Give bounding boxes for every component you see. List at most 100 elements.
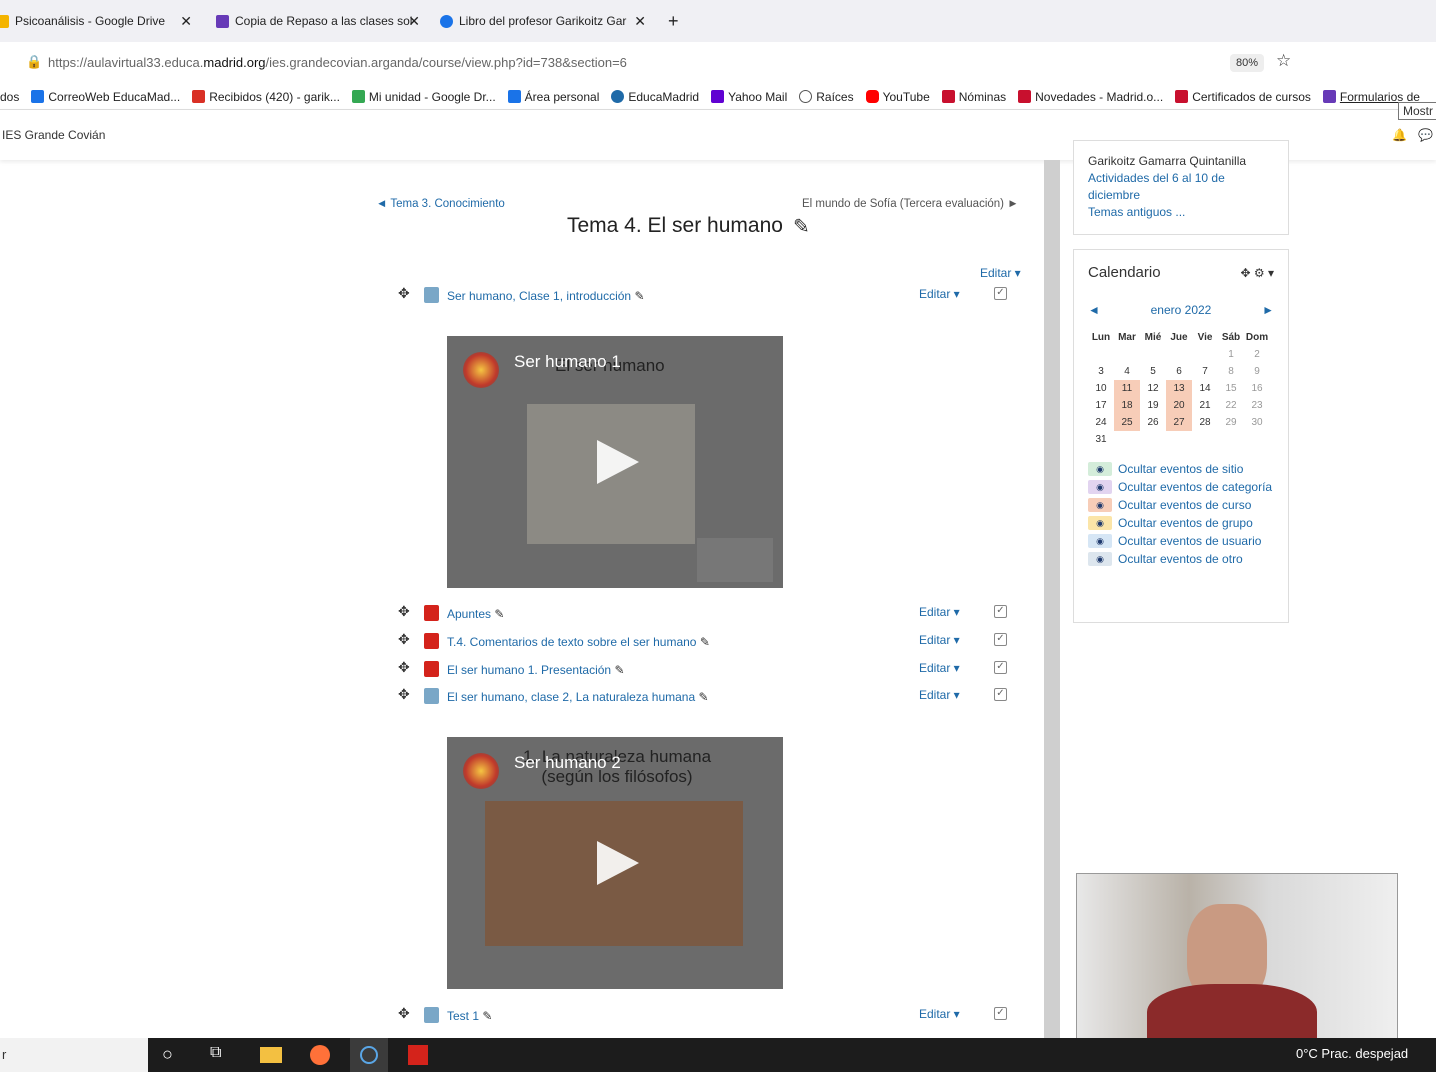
event-filter[interactable]: ◉ Ocultar eventos de otro (1088, 550, 1274, 568)
cortana-icon[interactable]: ○ (162, 1044, 173, 1065)
bookmark[interactable]: Yahoo Mail (711, 90, 787, 104)
move-icon[interactable]: ✥ (398, 1005, 410, 1022)
calendar-day[interactable]: 24 (1088, 414, 1114, 431)
task-view-icon[interactable]: ⧉ (210, 1044, 221, 1062)
calendar-day[interactable]: 23 (1244, 397, 1270, 414)
calendar-day[interactable]: 16 (1244, 380, 1270, 397)
sidebar-link[interactable]: Actividades del 6 al 10 de diciembre (1088, 170, 1274, 204)
edit-menu[interactable]: Editar ▾ (919, 605, 960, 619)
calendar-day[interactable]: 29 (1218, 414, 1244, 431)
calendar-day[interactable]: 6 (1166, 363, 1192, 380)
bookmark[interactable]: dos (0, 90, 19, 104)
completion-checkbox[interactable]: ✓ (994, 287, 1007, 300)
scrollbar[interactable] (1044, 160, 1060, 1040)
calendar-day[interactable]: 11 (1114, 380, 1140, 397)
file-explorer-icon[interactable] (260, 1047, 282, 1063)
firefox-icon[interactable] (310, 1045, 330, 1065)
taskbar-search[interactable]: r (0, 1038, 148, 1072)
completion-checkbox[interactable]: ✓ (994, 661, 1007, 674)
calendar-day[interactable]: 28 (1192, 414, 1218, 431)
bookmark[interactable]: Certificados de cursos (1175, 90, 1311, 104)
event-filter[interactable]: ◉ Ocultar eventos de usuario (1088, 532, 1274, 550)
completion-checkbox[interactable]: ✓ (994, 605, 1007, 618)
url-input[interactable]: https://aulavirtual33.educa.madrid.org/i… (48, 55, 627, 70)
completion-checkbox[interactable]: ✓ (994, 1007, 1007, 1020)
event-filter[interactable]: ◉ Ocultar eventos de sitio (1088, 460, 1274, 478)
calendar-day[interactable]: 21 (1192, 397, 1218, 414)
calendar-day[interactable]: 18 (1114, 397, 1140, 414)
calendar-month[interactable]: enero 2022 (1151, 303, 1212, 317)
activity-link[interactable]: El ser humano 1. Presentación ✎ (447, 663, 625, 677)
play-icon[interactable] (597, 440, 639, 484)
move-icon[interactable]: ✥ (398, 285, 410, 302)
bookmark[interactable]: CorreoWeb EducaMad... (31, 90, 180, 104)
browser-tab[interactable]: Libro del profesor Garikoitz Gar ✕ (440, 6, 646, 36)
bookmark[interactable]: EducaMadrid (611, 90, 699, 104)
calendar-day[interactable]: 15 (1218, 380, 1244, 397)
address-bar[interactable]: 🔒 https://aulavirtual33.educa.madrid.org… (0, 42, 1436, 84)
section-edit-menu[interactable]: Editar ▾ (980, 266, 1021, 280)
calendar-day[interactable]: 26 (1140, 414, 1166, 431)
chat-icon[interactable]: 💬 (1418, 128, 1433, 142)
play-icon[interactable] (597, 841, 639, 885)
bookmark[interactable]: Novedades - Madrid.o... (1018, 90, 1163, 104)
edit-menu[interactable]: Editar ▾ (919, 287, 960, 301)
event-filter[interactable]: ◉ Ocultar eventos de grupo (1088, 514, 1274, 532)
bookmark[interactable]: Raíces (799, 90, 854, 104)
bookmark[interactable]: Mi unidad - Google Dr... (351, 90, 496, 104)
browser-tab[interactable]: Psicoanálisis - Google Drive ✕ (0, 6, 192, 36)
close-tab-icon[interactable]: ✕ (180, 13, 192, 30)
move-icon[interactable]: ✥ (398, 686, 410, 703)
calendar-day[interactable]: 30 (1244, 414, 1270, 431)
site-name[interactable]: IES Grande Covián (2, 128, 105, 142)
calendar-day[interactable]: 3 (1088, 363, 1114, 380)
pencil-icon[interactable]: ✎ (793, 214, 810, 239)
prev-section-link[interactable]: ◄ Tema 3. Conocimiento (376, 198, 505, 210)
move-icon[interactable]: ✥ (398, 603, 410, 620)
calendar-day[interactable]: 14 (1192, 380, 1218, 397)
close-tab-icon[interactable]: ✕ (408, 13, 420, 30)
calendar-day[interactable]: 5 (1140, 363, 1166, 380)
next-section-link[interactable]: El mundo de Sofía (Tercera evaluación) ► (802, 198, 1019, 210)
new-tab-button[interactable]: + (668, 6, 679, 36)
calendar-day[interactable]: 10 (1088, 380, 1114, 397)
activity-link[interactable]: El ser humano, clase 2, La naturaleza hu… (447, 690, 709, 704)
acrobat-icon[interactable] (408, 1045, 428, 1065)
calendar-day[interactable]: 2 (1244, 346, 1270, 363)
bell-icon[interactable]: 🔔 (1392, 128, 1407, 142)
event-filter[interactable]: ◉ Ocultar eventos de curso (1088, 496, 1274, 514)
calendar-day[interactable]: 31 (1088, 431, 1114, 448)
activity-link[interactable]: Test 1 ✎ (447, 1009, 492, 1023)
calendar-day[interactable]: 17 (1088, 397, 1114, 414)
calendar-day[interactable]: 4 (1114, 363, 1140, 380)
video-embed[interactable]: El ser humano Ser humano 1 (447, 336, 783, 588)
move-icon[interactable]: ✥ (398, 659, 410, 676)
calendar-day[interactable]: 1 (1218, 346, 1244, 363)
move-icon[interactable]: ✥ (1240, 266, 1250, 280)
star-icon[interactable]: ☆ (1276, 51, 1291, 71)
edit-menu[interactable]: Editar ▾ (919, 633, 960, 647)
event-filter[interactable]: ◉ Ocultar eventos de categoría (1088, 478, 1274, 496)
edit-menu[interactable]: Editar ▾ (919, 1007, 960, 1021)
calendar-day[interactable]: 13 (1166, 380, 1192, 397)
activity-link[interactable]: Apuntes ✎ (447, 607, 504, 621)
edit-menu[interactable]: Editar ▾ (919, 661, 960, 675)
calendar-day[interactable]: 22 (1218, 397, 1244, 414)
active-app-icon[interactable] (350, 1038, 388, 1072)
calendar-day[interactable]: 19 (1140, 397, 1166, 414)
weather-widget[interactable]: 0°C Prac. despejad (1296, 1046, 1408, 1061)
bookmark[interactable]: YouTube (865, 90, 930, 104)
calendar-day[interactable]: 20 (1166, 397, 1192, 414)
next-month-icon[interactable]: ► (1262, 303, 1274, 317)
bookmark[interactable]: Área personal (507, 90, 599, 104)
close-tab-icon[interactable]: ✕ (634, 13, 646, 30)
completion-checkbox[interactable]: ✓ (994, 688, 1007, 701)
calendar-day[interactable]: 7 (1192, 363, 1218, 380)
calendar-day[interactable]: 25 (1114, 414, 1140, 431)
sidebar-link[interactable]: Temas antiguos ... (1088, 204, 1274, 221)
bookmark[interactable]: Recibidos (420) - garik... (192, 90, 340, 104)
activity-link[interactable]: T.4. Comentarios de texto sobre el ser h… (447, 635, 710, 649)
prev-month-icon[interactable]: ◄ (1088, 303, 1100, 317)
calendar-day[interactable]: 12 (1140, 380, 1166, 397)
zoom-level[interactable]: 80% (1230, 54, 1265, 72)
